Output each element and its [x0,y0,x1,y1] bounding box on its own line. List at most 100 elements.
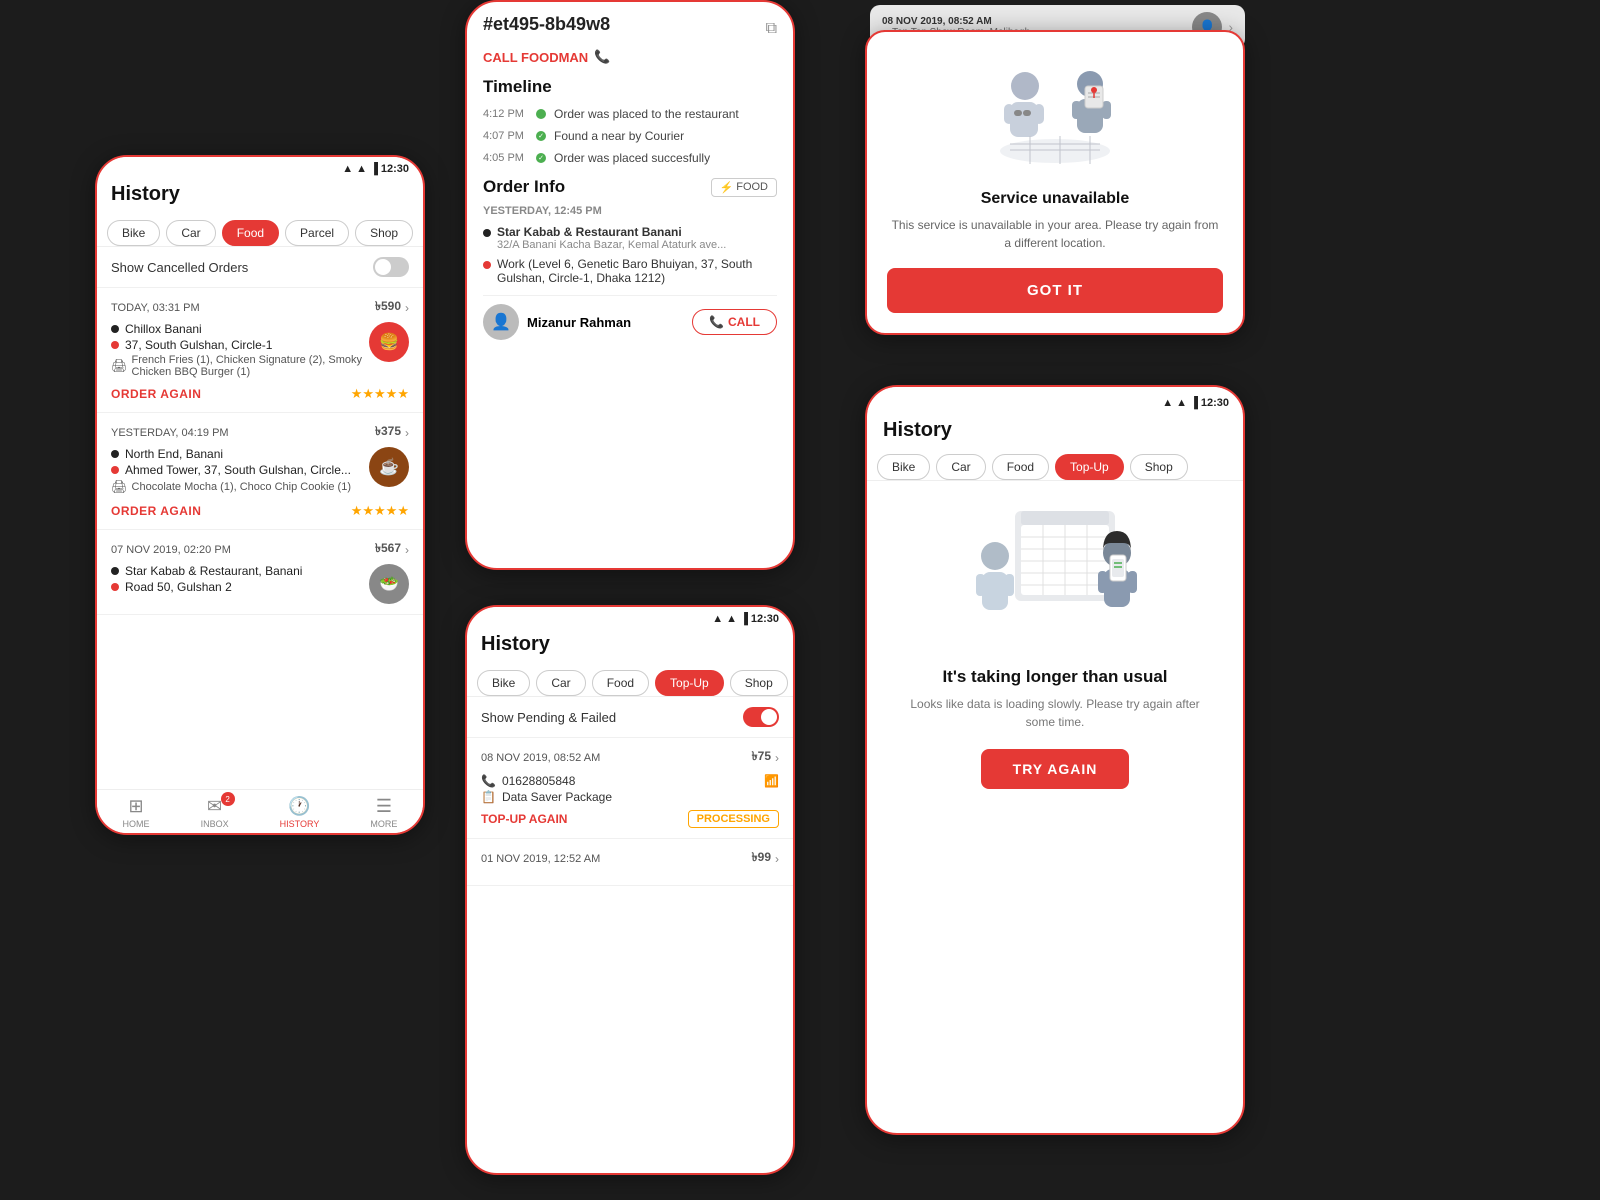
tab-food-4[interactable]: Food [992,454,1049,480]
stars-1: ★★★★★ [351,386,409,402]
tab-bike-1[interactable]: Bike [107,220,160,246]
wifi-icon: ▲ [342,163,353,175]
tab-parcel-1[interactable]: Parcel [285,220,349,246]
tab-bike-4[interactable]: Bike [877,454,930,480]
order-amount-3: ৳567 [375,540,401,560]
battery-icon: ▐ [370,163,378,175]
order-date-1: TODAY, 03:31 PM [111,302,200,314]
service-unavailable-title: Service unavailable [887,190,1223,208]
timeline-item-1: 4:12 PM Order was placed to the restaura… [483,107,777,121]
signal-icon-3: ▲ [726,613,737,625]
call-phone-icon: 📞 [709,315,724,329]
tab-topup-4[interactable]: Top-Up [1055,454,1124,480]
order-items-1: 🖨 French Fries (1), Chicken Signature (2… [111,354,369,378]
tab-shop-1[interactable]: Shop [355,220,413,246]
call-btn-label: CALL [728,315,760,329]
tl-dot-2: ✓ [536,131,546,141]
dot-red-1 [111,341,119,349]
copy-icon[interactable]: ⧉ [766,20,777,38]
order-list-1: TODAY, 03:31 PM ৳590 › Chillox Banani [97,288,423,833]
order-items-2: 🖨 Chocolate Mocha (1), Choco Chip Cookie… [111,479,369,495]
time-label-4: 12:30 [1201,397,1229,409]
try-again-button[interactable]: TRY AGAIN [981,749,1130,789]
toggle-label-1: Show Cancelled Orders [111,260,248,275]
pickup-item: Star Kabab & Restaurant Banani 32/A Bana… [483,225,777,251]
topup-phone-1: 01628805848 [502,774,575,788]
phone2-frame: #et495-8b49w8 ⧉ CALL FOODMAN 📞 Timeline … [465,0,795,570]
time-label-3: 12:30 [751,613,779,625]
phone1-screen: ▲ ▲ ▐ 12:30 History Bike Car Food Parcel… [97,157,423,833]
call-foodman-btn[interactable]: CALL FOODMAN 📞 [483,49,777,65]
cancelled-toggle[interactable] [373,257,409,277]
signal-icon-4: ▲ [1176,397,1187,409]
status-bar-4: ▲ ▲ ▐ 12:30 [867,387,1243,411]
wifi-icon-4: ▲ [1162,397,1173,409]
tab-shop-3[interactable]: Shop [730,670,788,696]
phone4-frame: ▲ ▲ ▐ 12:30 History Bike Car Food Top-Up… [865,385,1245,1135]
food-badge: ⚡ FOOD [711,178,777,197]
status-bar-1: ▲ ▲ ▐ 12:30 [97,157,423,177]
restaurant-logo-1: 🍔 [369,322,409,362]
got-it-button[interactable]: GOT IT [887,268,1223,313]
tab-bike-3[interactable]: Bike [477,670,530,696]
history-title-1: History [97,177,423,212]
topup-package-1: Data Saver Package [502,790,612,804]
tab-car-4[interactable]: Car [936,454,985,480]
tab-car-3[interactable]: Car [536,670,585,696]
order-amount-2: ৳375 [375,423,401,443]
tab-topup-3[interactable]: Top-Up [655,670,724,696]
tab-bar-1: Bike Car Food Parcel Shop [97,212,423,247]
topup-again-1[interactable]: TOP-UP AGAIN [481,812,567,826]
nav-home-1[interactable]: ⊞ HOME [123,796,150,829]
order-card-3: 07 NOV 2019, 02:20 PM ৳567 › Star Kabab … [97,530,423,615]
order-card-2: YESTERDAY, 04:19 PM ৳375 › North End, Ba… [97,413,423,530]
loading-dialog-body: Looks like data is loading slowly. Pleas… [867,695,1243,731]
topup-card-2: 01 NOV 2019, 12:52 AM ৳99 › [467,839,793,886]
tab-bar-4: Bike Car Food Top-Up Shop [867,446,1243,481]
order-restaurant-2: North End, Banani [111,447,369,461]
order-header-1: TODAY, 03:31 PM ৳590 › [111,298,409,318]
dropoff-item: Work (Level 6, Genetic Baro Bhuiyan, 37,… [483,257,777,285]
nav-home-label-1: HOME [123,819,150,829]
tab-shop-4[interactable]: Shop [1130,454,1188,480]
nav-inbox-1[interactable]: ✉ 2 INBOX [201,796,229,829]
service-unavailable-illustration [887,56,1223,176]
nav-history-1[interactable]: 🕐 HISTORY [280,796,320,829]
tab-food-1[interactable]: Food [222,220,279,246]
wifi-icon-3: ▲ [712,613,723,625]
phone2-screen: #et495-8b49w8 ⧉ CALL FOODMAN 📞 Timeline … [467,2,793,568]
nav-more-1[interactable]: ☰ MORE [370,796,397,829]
inbox-badge-1: 2 [221,792,235,806]
order-again-2[interactable]: ORDER AGAIN [111,504,201,518]
tab-car-1[interactable]: Car [166,220,215,246]
service-unavailable-dialog: Service unavailable This service is unav… [865,30,1245,335]
order-info-date: YESTERDAY, 12:45 PM [483,205,777,217]
bottom-nav-1: ⊞ HOME ✉ 2 INBOX 🕐 HISTORY ☰ MORE [97,789,423,833]
cancelled-toggle-row: Show Cancelled Orders [97,247,423,288]
courier-name: Mizanur Rahman [527,315,631,330]
restaurant-logo-2: ☕ [369,447,409,487]
order-info-section: Order Info ⚡ FOOD YESTERDAY, 12:45 PM St… [483,177,777,340]
dot-black-1 [111,325,119,333]
notif-time: 08 NOV 2019, 08:52 AM [882,16,1030,27]
pending-toggle[interactable] [743,707,779,727]
nav-inbox-label-1: INBOX [201,819,229,829]
stars-2: ★★★★★ [351,503,409,519]
illustration-svg-1 [980,56,1130,176]
order-address-2: Ahmed Tower, 37, South Gulshan, Circle..… [111,463,369,477]
timeline-title: Timeline [483,77,777,97]
loading-dialog-title: It's taking longer than usual [867,667,1243,687]
more-icon-1: ☰ [376,796,392,817]
history-title-3: History [467,627,793,662]
order-again-1[interactable]: ORDER AGAIN [111,387,201,401]
phone3-screen: ▲ ▲ ▐ 12:30 History Bike Car Food Top-Up… [467,607,793,1173]
order-date-2: YESTERDAY, 04:19 PM [111,427,229,439]
order-address-1: 37, South Gulshan, Circle-1 [111,338,369,352]
tab-food-3[interactable]: Food [592,670,649,696]
order-card-1: TODAY, 03:31 PM ৳590 › Chillox Banani [97,288,423,413]
toggle-label-3: Show Pending & Failed [481,710,616,725]
pending-toggle-row: Show Pending & Failed [467,697,793,738]
tl-dot-1 [536,109,546,119]
nav-more-label-1: MORE [370,819,397,829]
call-courier-btn[interactable]: 📞 CALL [692,309,777,335]
